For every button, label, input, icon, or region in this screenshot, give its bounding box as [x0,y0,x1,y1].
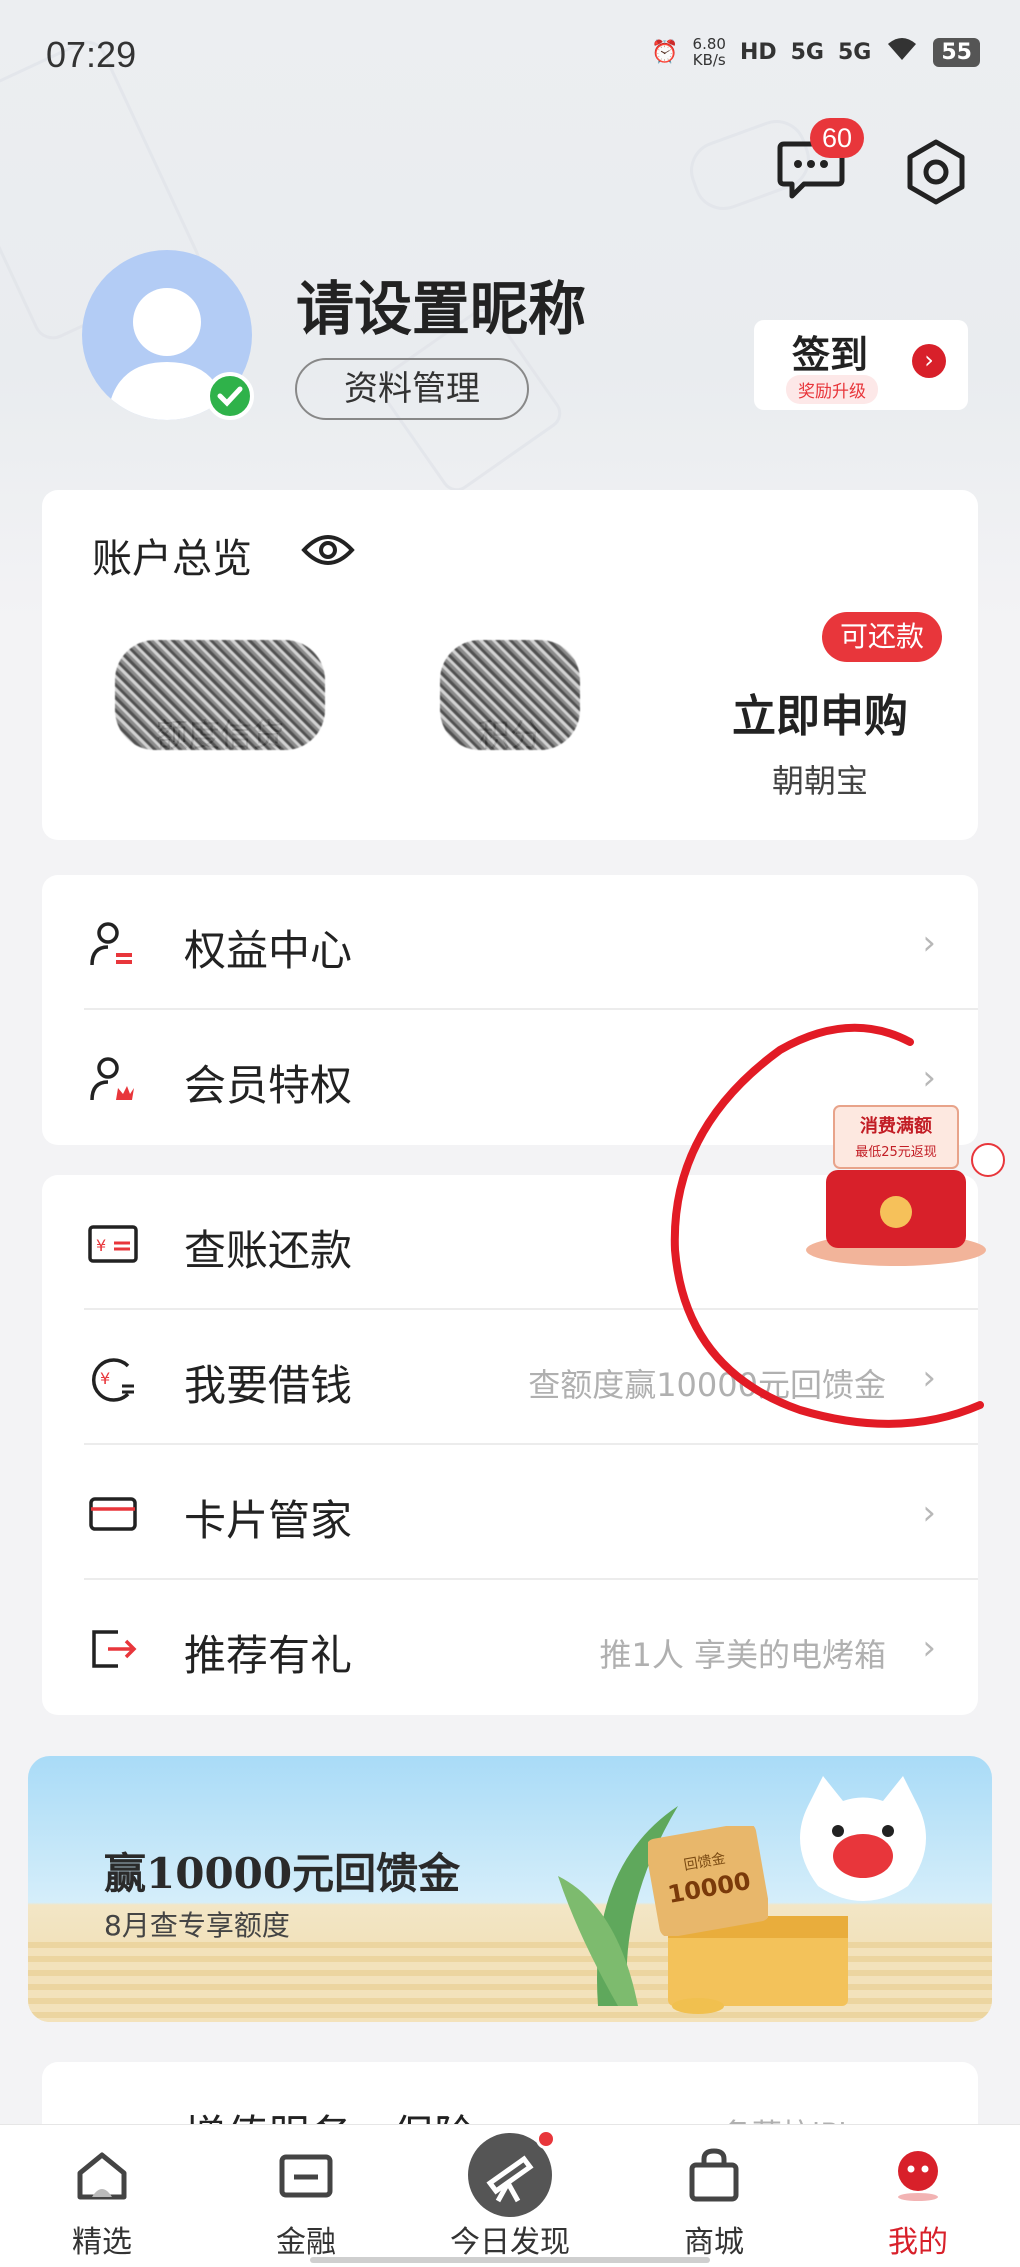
menu-row-label: 权益中心 [184,926,353,975]
menu-row-label: 我要借钱 [184,1361,353,1410]
chevron-right-icon: › [922,1058,936,1098]
menu-row-referral[interactable]: 推荐有礼 推1人 享美的电烤箱 › [42,1580,978,1715]
alarm-icon: ⏰ [651,39,679,65]
redacted-scribble [115,640,325,750]
nav-tab-label: 今日发现 [450,2225,570,2260]
credit-card-icon [89,1497,137,1531]
banner-subtitle: 8月查专享额度 [104,1909,290,1942]
svg-text:¥: ¥ [100,1369,110,1388]
chevron-right-icon: › [922,923,936,963]
chevron-right-icon: › [912,344,946,378]
red-envelope-icon: 消费满额 最低25元返现 [806,1105,1005,1266]
menu-row-borrow[interactable]: ¥ 我要借钱 查额度赢10000元回馈金 › [42,1310,978,1445]
home-indicator[interactable] [310,2257,710,2263]
borrow-money-icon: ¥ [91,1358,134,1402]
menu-row-hint: 查额度赢10000元回馈金 [528,1366,886,1404]
account-overview-card: 账户总览 额度信贷 积分 立即申购 朝朝宝 可还款 [42,490,978,840]
signal-5g-icon: 5G [838,39,872,65]
menu-row-benefits-center[interactable]: 权益中心 › [42,875,978,1010]
account-overview-title: 账户总览 [92,536,252,582]
floating-promo-sub: 最低25元返现 [855,1145,937,1160]
nav-tab-label: 金融 [276,2225,336,2260]
member-crown-icon [90,1057,134,1101]
signin-reward-tag: 奖励升级 [786,375,878,404]
menu-row-label: 卡片管家 [184,1496,353,1545]
me-icon [898,2151,938,2201]
floating-promo[interactable]: 消费满额 最低25元返现 [798,1100,1012,1270]
signin-button[interactable]: 签到 奖励升级 › [754,320,968,410]
nickname[interactable]: 请设置昵称 [296,262,586,346]
nav-tab-finance[interactable]: 金融 [204,2125,408,2267]
repayable-badge: 可还款 [822,612,943,662]
nav-tab-label: 精选 [72,2225,132,2260]
menu-row-label: 查账还款 [184,1226,353,1275]
status-time: 07:29 [46,34,137,75]
floating-promo-title: 消费满额 [860,1115,932,1137]
gear-icon [907,139,965,205]
bill-repay-icon: ¥ [88,1225,138,1263]
nav-tab-featured[interactable]: 精选 [0,2125,204,2267]
share-exit-icon [92,1630,137,1668]
signin-title: 签到 [792,333,869,377]
battery-indicator: 55 [933,37,980,67]
nav-tab-discover[interactable]: 今日发现 [408,2125,612,2267]
bag-icon [689,2148,739,2202]
menu-row-hint: 推1人 享美的电烤箱 [599,1636,886,1674]
chevron-right-icon: › [922,1628,936,1668]
network-speed: 6.80 KB/s [692,35,726,69]
account-item-value: 立即申购 [732,691,908,742]
account-item-credit[interactable]: 额度信贷 [90,640,350,756]
chevron-right-icon: › [922,1358,936,1398]
bottom-nav: 精选 金融 今日发现 商城 我的 [0,2124,1020,2267]
promo-banner[interactable]: 赢10000元回馈金 8月查专享额度 回馈金 10000 [28,1756,992,2022]
nav-tab-mall[interactable]: 商城 [612,2125,816,2267]
home-icon [77,2152,127,2200]
nav-tab-me[interactable]: 我的 [816,2125,1020,2267]
redacted-scribble [440,640,580,750]
svg-text:¥: ¥ [96,1236,106,1255]
message-badge: 60 [810,118,864,158]
account-item-zhaozhaobao[interactable]: 立即申购 朝朝宝 [690,680,950,802]
profile-manage-button[interactable]: 资料管理 [295,358,529,420]
user-benefits-icon [90,922,132,966]
nav-tab-label: 我的 [888,2225,948,2260]
status-icons: ⏰ 6.80 KB/s HD 5G 5G 55 [651,36,980,68]
notification-dot [536,2129,556,2149]
settings-button[interactable] [900,136,972,208]
hd-icon: HD [739,39,777,65]
cat-mascot-icon [800,1776,926,1901]
coupon-ticket-icon: 回馈金 10000 [648,1826,768,1936]
wifi-icon [885,36,919,68]
wallet-icon [279,2154,333,2198]
menu-row-label: 会员特权 [184,1061,353,1110]
status-bar: 07:29 ⏰ 6.80 KB/s HD 5G 5G 55 [0,0,1020,110]
account-item-label: 朝朝宝 [771,762,868,800]
verified-badge [206,372,254,420]
chevron-right-icon: › [922,1493,936,1533]
check-icon [217,386,243,407]
eye-icon[interactable] [300,530,356,570]
menu-row-card-manager[interactable]: 卡片管家 › [42,1445,978,1580]
menu-row-label: 推荐有礼 [184,1631,353,1680]
account-item-points[interactable]: 积分 [380,640,640,756]
signal-5g-icon: 5G [790,39,824,65]
banner-title: 赢10000元回馈金 [104,1849,461,1898]
nav-tab-label: 商城 [684,2225,744,2260]
